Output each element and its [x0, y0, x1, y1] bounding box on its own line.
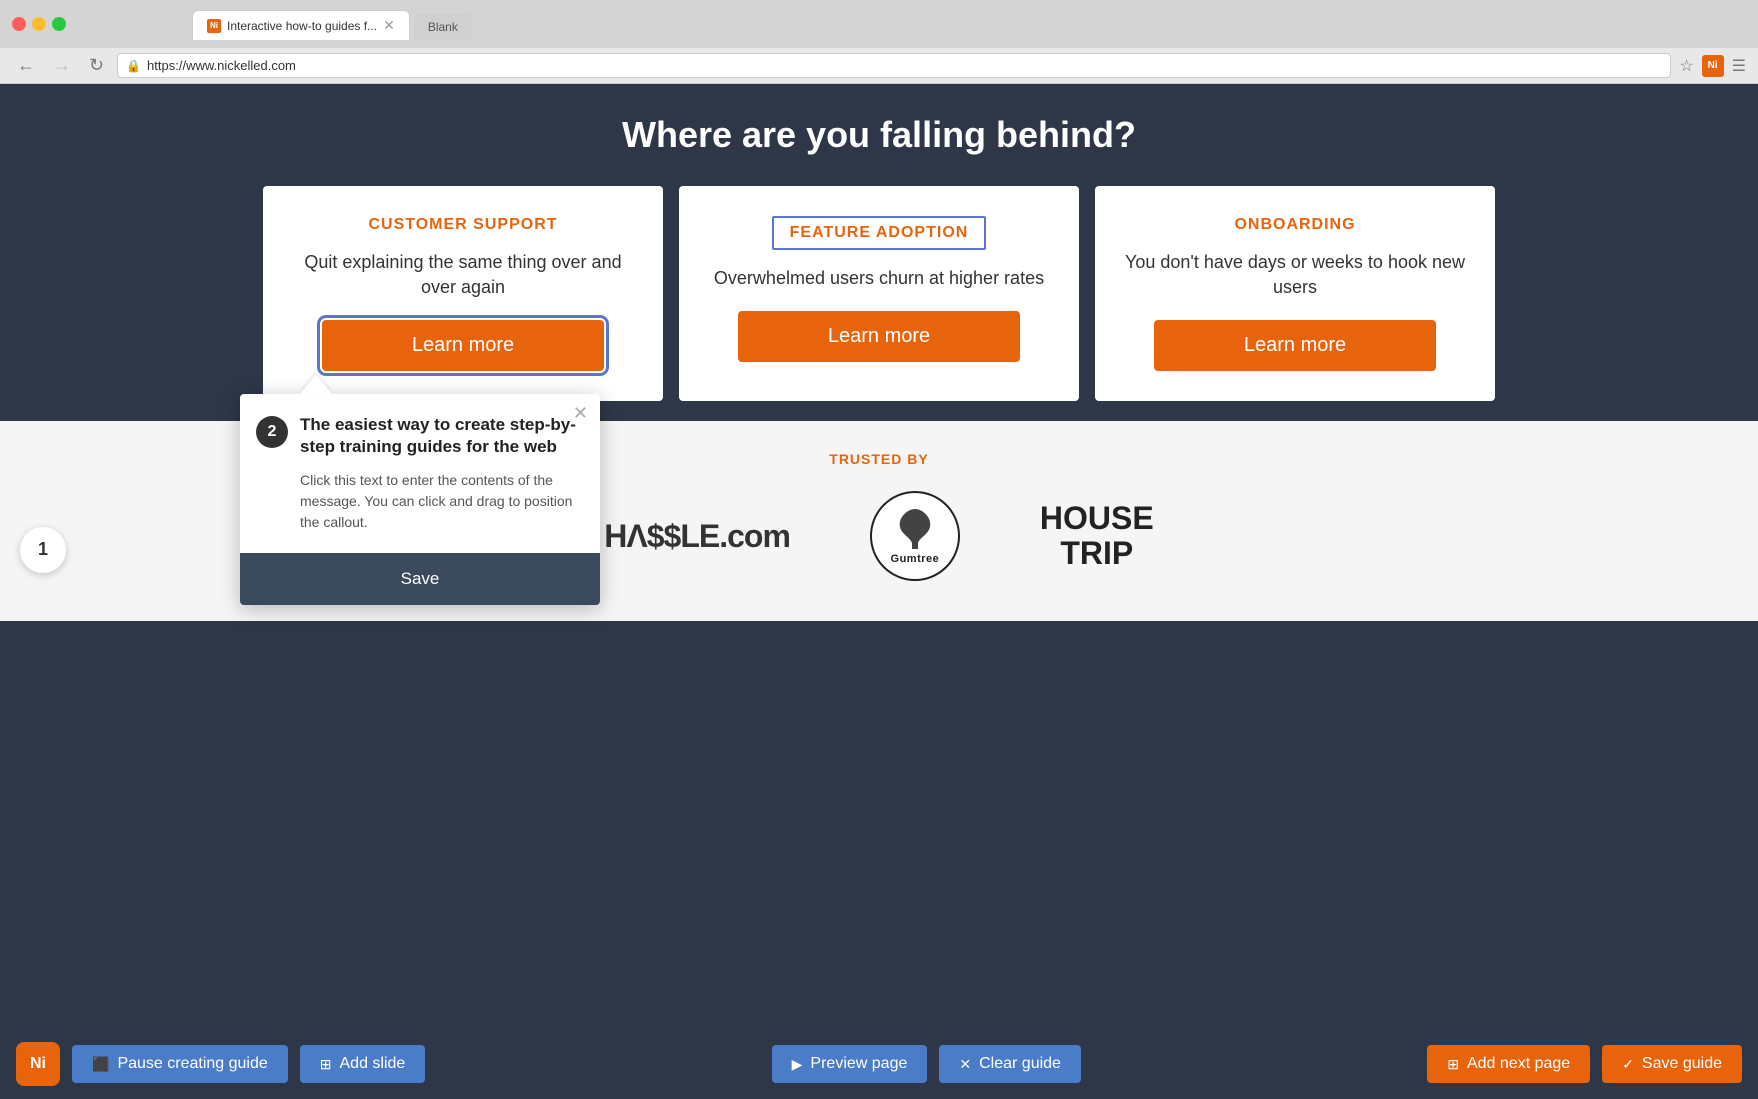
traffic-lights: [12, 17, 66, 31]
clear-icon: ✕: [959, 1056, 971, 1073]
gumtree-logo: Gumtree: [870, 491, 960, 581]
nickelled-extension-btn[interactable]: Ni: [1702, 55, 1724, 77]
clear-guide-button[interactable]: ✕ Clear guide: [939, 1045, 1081, 1083]
housetrip-logo: HOUSETRIP: [1040, 501, 1154, 571]
blank-tab[interactable]: Blank: [414, 14, 472, 40]
menu-icon[interactable]: ☰: [1732, 56, 1746, 76]
add-slide-icon: ⊞: [320, 1056, 332, 1073]
callout-step-badge: 2: [256, 416, 288, 448]
forward-button[interactable]: →: [48, 53, 76, 78]
ni-logo-button[interactable]: Ni: [16, 1042, 60, 1086]
page-heading: Where are you falling behind?: [20, 114, 1738, 156]
add-next-page-button[interactable]: ⊞ Add next page: [1427, 1045, 1590, 1083]
add-next-label: Add next page: [1467, 1055, 1570, 1073]
save-guide-button[interactable]: ✓ Save guide: [1602, 1045, 1742, 1083]
bookmark-icon[interactable]: ☆: [1679, 56, 1693, 76]
add-slide-button[interactable]: ⊞ Add slide: [300, 1045, 426, 1083]
card-desc-feature-adoption: Overwhelmed users churn at higher rates: [714, 266, 1044, 291]
close-window-btn[interactable]: [12, 17, 26, 31]
preview-page-button[interactable]: ▶ Preview page: [772, 1045, 928, 1083]
tab-favicon: Ni: [207, 19, 221, 33]
reload-button[interactable]: ↻: [84, 53, 109, 78]
tab-bar: Ni Interactive how-to guides f... ✕ Blan…: [132, 10, 532, 40]
hassle-logo: HΛ$$LE.com: [604, 518, 790, 555]
tab-title: Interactive how-to guides f...: [227, 19, 377, 33]
browser-actions: ☆ Ni ☰: [1679, 55, 1746, 77]
add-slide-label: Add slide: [340, 1055, 406, 1073]
pause-icon: ⬛: [92, 1056, 109, 1073]
card-customer-support: CUSTOMER SUPPORT Quit explaining the sam…: [263, 186, 663, 401]
callout-arrow: [300, 374, 332, 394]
card-feature-adoption: FEATURE ADOPTION Overwhelmed users churn…: [679, 186, 1079, 401]
callout-close-button[interactable]: ✕: [573, 404, 588, 422]
callout-title[interactable]: The easiest way to create step-by-step t…: [300, 414, 584, 458]
callout-box: 2 The easiest way to create step-by-step…: [240, 394, 600, 605]
callout-wrapper: 2 The easiest way to create step-by-step…: [240, 374, 600, 605]
add-next-icon: ⊞: [1447, 1056, 1459, 1073]
save-guide-icon: ✓: [1622, 1056, 1634, 1073]
card-desc-customer-support: Quit explaining the same thing over and …: [287, 250, 639, 300]
learn-more-onboarding[interactable]: Learn more: [1154, 320, 1436, 371]
browser-titlebar: Ni Interactive how-to guides f... ✕ Blan…: [0, 0, 1758, 48]
main-content: Where are you falling behind? CUSTOMER S…: [0, 84, 1758, 421]
card-onboarding: ONBOARDING You don't have days or weeks …: [1095, 186, 1495, 401]
step-circle: 1: [20, 527, 66, 573]
toolbar-right: ⊞ Add next page ✓ Save guide: [1427, 1045, 1742, 1083]
cards-row: CUSTOMER SUPPORT Quit explaining the sam…: [20, 186, 1738, 401]
url-text: https://www.nickelled.com: [147, 58, 296, 73]
toolbar-left: Ni ⬛ Pause creating guide ⊞ Add slide: [16, 1042, 425, 1086]
gumtree-text: Gumtree: [891, 553, 940, 565]
bottom-toolbar: Ni ⬛ Pause creating guide ⊞ Add slide ▶ …: [0, 1029, 1758, 1099]
learn-more-feature-adoption[interactable]: Learn more: [738, 311, 1020, 362]
learn-more-customer-support[interactable]: Learn more: [322, 320, 604, 371]
clear-label: Clear guide: [979, 1055, 1061, 1073]
card-desc-onboarding: You don't have days or weeks to hook new…: [1119, 250, 1471, 300]
callout-save-button[interactable]: Save: [240, 553, 600, 605]
browser-chrome: Ni Interactive how-to guides f... ✕ Blan…: [0, 0, 1758, 84]
lock-icon: 🔒: [126, 59, 141, 73]
housetrip-text: HOUSETRIP: [1040, 501, 1154, 571]
back-button[interactable]: ←: [12, 53, 40, 78]
callout-body[interactable]: Click this text to enter the contents of…: [240, 470, 600, 553]
callout-header: 2 The easiest way to create step-by-step…: [240, 394, 600, 470]
address-bar-row: ← → ↻ 🔒 https://www.nickelled.com ☆ Ni ☰: [0, 48, 1758, 83]
preview-label: Preview page: [810, 1055, 907, 1073]
address-bar[interactable]: 🔒 https://www.nickelled.com: [117, 53, 1671, 78]
minimize-window-btn[interactable]: [32, 17, 46, 31]
save-guide-label: Save guide: [1642, 1055, 1722, 1073]
card-label-onboarding: ONBOARDING: [1234, 216, 1355, 234]
card-label-customer-support: CUSTOMER SUPPORT: [368, 216, 557, 234]
tab-close-icon[interactable]: ✕: [383, 17, 395, 34]
card-label-feature-adoption: FEATURE ADOPTION: [772, 216, 987, 250]
toolbar-center: ▶ Preview page ✕ Clear guide: [772, 1045, 1081, 1083]
maximize-window-btn[interactable]: [52, 17, 66, 31]
pause-label: Pause creating guide: [117, 1055, 267, 1073]
preview-icon: ▶: [792, 1056, 803, 1073]
gumtree-tree-icon: [890, 507, 940, 551]
active-tab[interactable]: Ni Interactive how-to guides f... ✕: [192, 10, 410, 40]
pause-creating-guide-button[interactable]: ⬛ Pause creating guide: [72, 1045, 288, 1083]
